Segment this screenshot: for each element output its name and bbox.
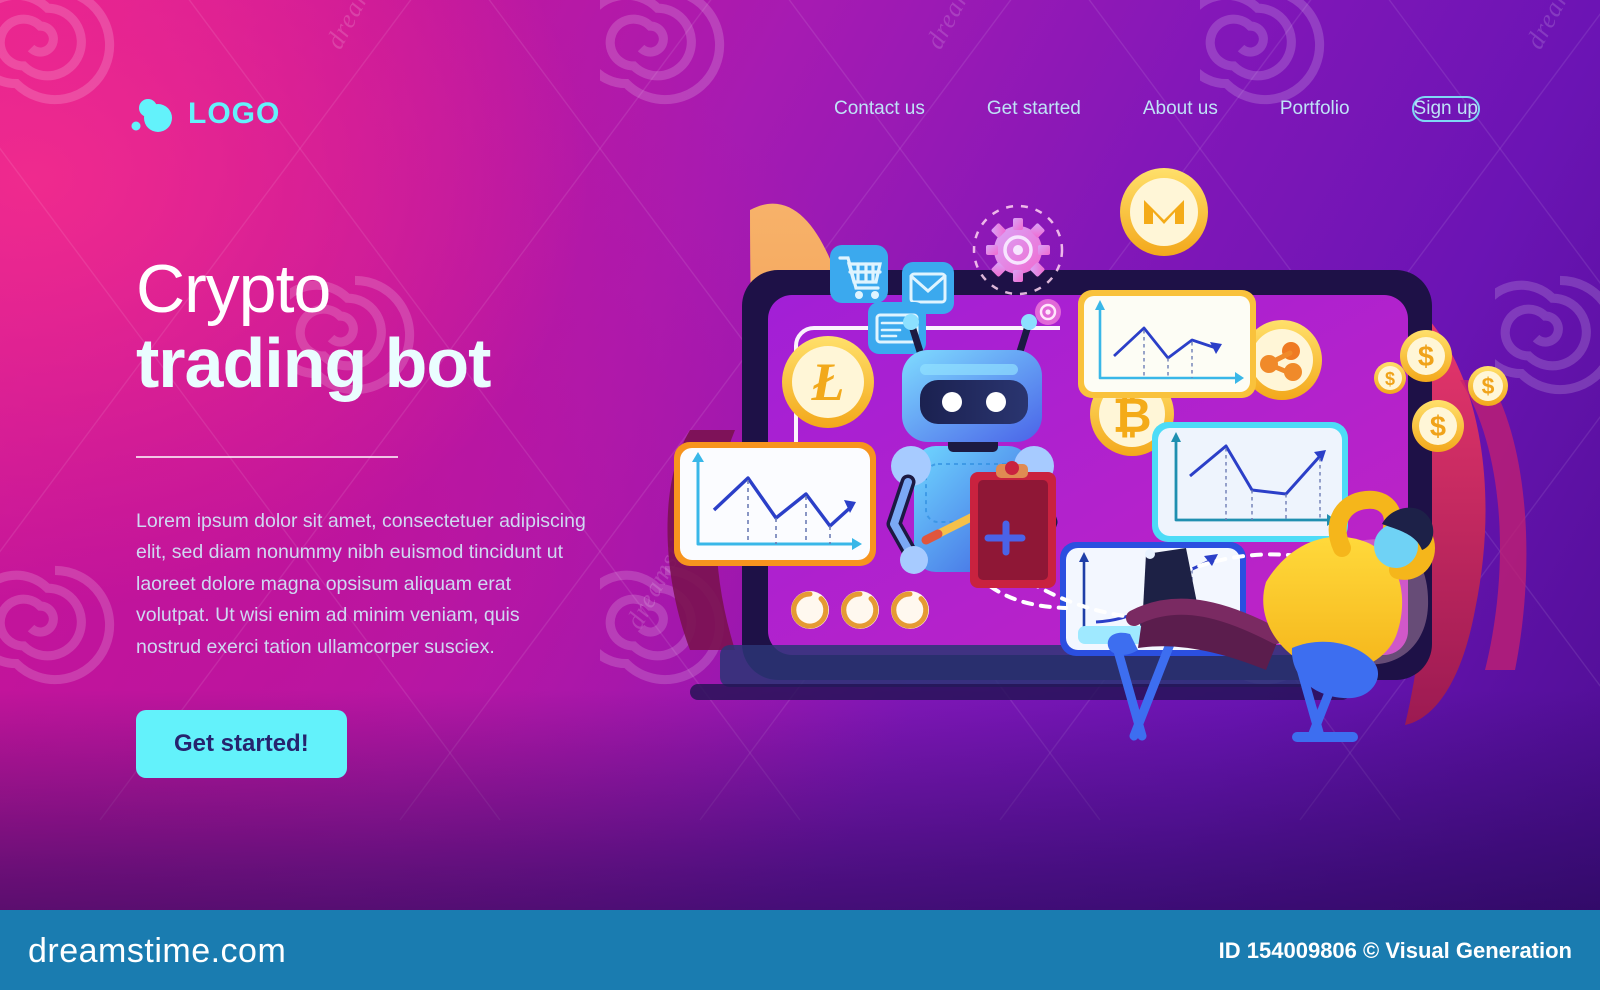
hero-paragraph: Lorem ipsum dolor sit amet, consectetuer… (136, 509, 586, 659)
small-gear-icon (1035, 299, 1061, 325)
hero-illustration: Ł ₿ $ $ $ $ (630, 150, 1550, 790)
signup-button[interactable]: Sign up (1411, 96, 1480, 122)
svg-text:$: $ (1418, 341, 1434, 373)
svg-text:$: $ (1385, 369, 1395, 389)
chart-card-left (674, 442, 876, 566)
progress-ring-3 (891, 591, 929, 629)
shopping-cart-icon (830, 245, 888, 303)
get-started-button[interactable]: Get started! (136, 710, 347, 778)
title-divider (136, 455, 398, 458)
nav-portfolio[interactable]: Portfolio (1280, 98, 1350, 120)
chart-card-mid-right (1152, 422, 1348, 542)
title-line-2: trading bot (136, 324, 491, 403)
progress-ring-2 (841, 591, 879, 629)
logo[interactable]: LOGO (128, 92, 280, 136)
dot-circle-logo-icon (128, 92, 178, 136)
image-credit: ID 154009806 © Visual Generation (1218, 938, 1572, 963)
screen-base-shadow (690, 684, 1350, 700)
nav-about-us[interactable]: About us (1143, 98, 1218, 120)
nav-get-started[interactable]: Get started (987, 98, 1081, 120)
logo-text: LOGO (188, 97, 281, 130)
dollar-coin-1: $ (1374, 362, 1406, 394)
dollar-coin-3: $ (1468, 366, 1508, 406)
dreamstime-logo: dreamstime.com (28, 932, 287, 970)
nav-contact-us[interactable]: Contact us (834, 98, 925, 120)
illustration-svg: Ł ₿ $ $ $ $ (667, 168, 1527, 742)
page-root: dreamstime dreamstime dreamstime dreamst… (0, 0, 1600, 990)
litecoin-coin: Ł (782, 336, 874, 428)
progress-ring-1 (791, 591, 829, 629)
main-nav: Contact us Get started About us Portfoli… (834, 96, 1480, 122)
title-line-1: Crypto (136, 251, 331, 327)
hero-copy: Crypto trading bot Lorem ipsum dolor sit… (136, 251, 606, 664)
trading-robot (886, 314, 1058, 588)
svg-text:$: $ (1430, 411, 1446, 443)
page-title: Crypto trading bot (136, 251, 606, 403)
stock-footer-bar: dreamstime.com ID 154009806 © Visual Gen… (0, 910, 1600, 990)
site-header: LOGO Contact us Get started About us Por… (0, 0, 1600, 200)
svg-text:Ł: Ł (811, 352, 845, 412)
dollar-coin-2: $ (1400, 330, 1452, 382)
dollar-coin-4: $ (1412, 400, 1464, 452)
watermark-spiral-icon (0, 565, 115, 685)
svg-text:$: $ (1482, 373, 1495, 399)
chart-card-top-right (1078, 290, 1256, 398)
